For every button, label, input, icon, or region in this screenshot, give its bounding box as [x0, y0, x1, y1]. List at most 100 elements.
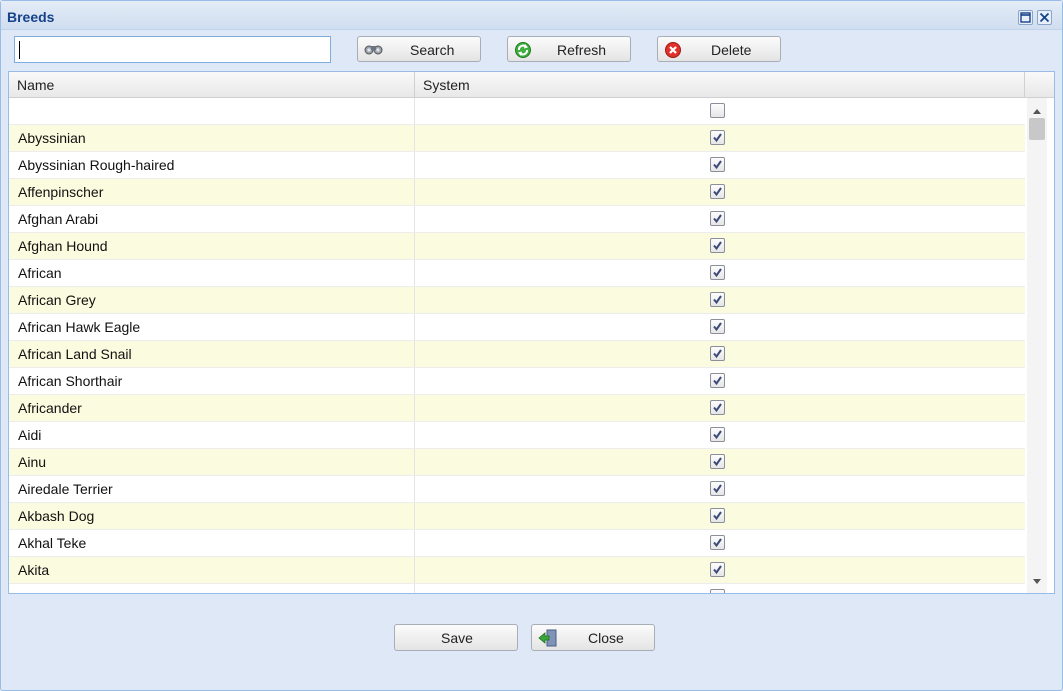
- column-header-system[interactable]: System: [415, 72, 1025, 97]
- table-row[interactable]: Africander: [9, 395, 1025, 422]
- cell-name: [9, 98, 415, 124]
- table-row[interactable]: [9, 584, 1025, 593]
- table-row[interactable]: African Hawk Eagle: [9, 314, 1025, 341]
- cell-system: [415, 98, 1025, 124]
- table-row[interactable]: [9, 98, 1025, 125]
- system-checkbox-checked[interactable]: [710, 238, 725, 253]
- cell-system: [415, 449, 1025, 475]
- window-titlebar[interactable]: Breeds: [1, 1, 1062, 30]
- close-button-label: Close: [588, 630, 624, 646]
- cell-system: [415, 152, 1025, 178]
- system-checkbox-checked[interactable]: [710, 130, 725, 145]
- cell-name: Afghan Arabi: [9, 206, 415, 232]
- cell-system: [415, 179, 1025, 205]
- cell-name: Aidi: [9, 422, 415, 448]
- system-checkbox-checked[interactable]: [710, 373, 725, 388]
- system-checkbox-checked[interactable]: [710, 562, 725, 577]
- breeds-grid: Name System Abyssinian Abyssinian Rough-h…: [8, 71, 1055, 594]
- cell-name: Ainu: [9, 449, 415, 475]
- cell-system: [415, 530, 1025, 556]
- refresh-button[interactable]: Refresh: [507, 36, 631, 62]
- scrollbar-thumb[interactable]: [1029, 118, 1045, 140]
- cell-name: Africander: [9, 395, 415, 421]
- column-header-filler: [1025, 72, 1054, 97]
- cell-name: African Grey: [9, 287, 415, 313]
- system-checkbox[interactable]: [710, 103, 725, 118]
- table-row[interactable]: African Land Snail: [9, 341, 1025, 368]
- close-button[interactable]: Close: [531, 624, 655, 651]
- column-header-name[interactable]: Name: [9, 72, 415, 97]
- maximize-icon[interactable]: [1018, 10, 1033, 25]
- system-checkbox-checked[interactable]: [710, 319, 725, 334]
- table-row[interactable]: Akbash Dog: [9, 503, 1025, 530]
- cell-system: [415, 503, 1025, 529]
- system-checkbox-checked[interactable]: [710, 211, 725, 226]
- table-row[interactable]: Akhal Teke: [9, 530, 1025, 557]
- delete-icon: [664, 41, 682, 62]
- table-row[interactable]: Airedale Terrier: [9, 476, 1025, 503]
- cell-name: African Hawk Eagle: [9, 314, 415, 340]
- grid-header: Name System: [9, 72, 1054, 98]
- refresh-icon: [514, 41, 532, 62]
- table-row[interactable]: Ainu: [9, 449, 1025, 476]
- delete-button-label: Delete: [711, 42, 752, 58]
- table-row[interactable]: Abyssinian Rough-haired: [9, 152, 1025, 179]
- table-row[interactable]: African: [9, 260, 1025, 287]
- search-button-label: Search: [410, 42, 455, 58]
- system-checkbox-checked[interactable]: [710, 157, 725, 172]
- cell-system: [415, 341, 1025, 367]
- cell-name: African Land Snail: [9, 341, 415, 367]
- cell-system: [415, 476, 1025, 502]
- vertical-scrollbar[interactable]: [1027, 98, 1047, 593]
- cell-system: [415, 206, 1025, 232]
- grid-body: Abyssinian Abyssinian Rough-haired Affenpi…: [9, 98, 1025, 593]
- refresh-button-label: Refresh: [557, 42, 607, 58]
- table-row[interactable]: African Grey: [9, 287, 1025, 314]
- cell-name: Afghan Hound: [9, 233, 415, 259]
- system-checkbox-checked[interactable]: [710, 535, 725, 550]
- system-checkbox-checked[interactable]: [710, 265, 725, 280]
- cell-system: [415, 557, 1025, 583]
- cell-name: Affenpinscher: [9, 179, 415, 205]
- window-title: Breeds: [7, 9, 55, 25]
- system-checkbox-checked[interactable]: [710, 427, 725, 442]
- save-button[interactable]: Save: [394, 624, 518, 651]
- cell-name: Airedale Terrier: [9, 476, 415, 502]
- system-checkbox-checked[interactable]: [710, 481, 725, 496]
- text-caret: [19, 41, 20, 59]
- system-checkbox-checked[interactable]: [710, 184, 725, 199]
- table-row[interactable]: Abyssinian: [9, 125, 1025, 152]
- system-checkbox[interactable]: [710, 589, 725, 593]
- table-row[interactable]: Aidi: [9, 422, 1025, 449]
- exit-door-icon: [538, 629, 558, 650]
- search-button[interactable]: Search: [357, 36, 481, 62]
- cell-system: [415, 395, 1025, 421]
- cell-system: [415, 422, 1025, 448]
- system-checkbox-checked[interactable]: [710, 508, 725, 523]
- scroll-down-icon[interactable]: [1031, 573, 1043, 584]
- save-button-label: Save: [441, 630, 473, 646]
- search-input[interactable]: [14, 36, 331, 63]
- cell-name: Abyssinian Rough-haired: [9, 152, 415, 178]
- scroll-up-icon[interactable]: [1031, 104, 1043, 114]
- close-window-icon[interactable]: [1037, 10, 1052, 25]
- system-checkbox-checked[interactable]: [710, 292, 725, 307]
- cell-system: [415, 287, 1025, 313]
- cell-system: [415, 125, 1025, 151]
- cell-system: [415, 584, 1025, 593]
- system-checkbox-checked[interactable]: [710, 454, 725, 469]
- table-row[interactable]: Akita: [9, 557, 1025, 584]
- cell-name: Akbash Dog: [9, 503, 415, 529]
- table-row[interactable]: African Shorthair: [9, 368, 1025, 395]
- table-row[interactable]: Afghan Arabi: [9, 206, 1025, 233]
- binoculars-icon: [364, 41, 384, 60]
- cell-system: [415, 314, 1025, 340]
- cell-name: Akita: [9, 557, 415, 583]
- table-row[interactable]: Affenpinscher: [9, 179, 1025, 206]
- cell-system: [415, 233, 1025, 259]
- table-row[interactable]: Afghan Hound: [9, 233, 1025, 260]
- delete-button[interactable]: Delete: [657, 36, 781, 62]
- system-checkbox-checked[interactable]: [710, 346, 725, 361]
- system-checkbox-checked[interactable]: [710, 400, 725, 415]
- cell-name: African Shorthair: [9, 368, 415, 394]
